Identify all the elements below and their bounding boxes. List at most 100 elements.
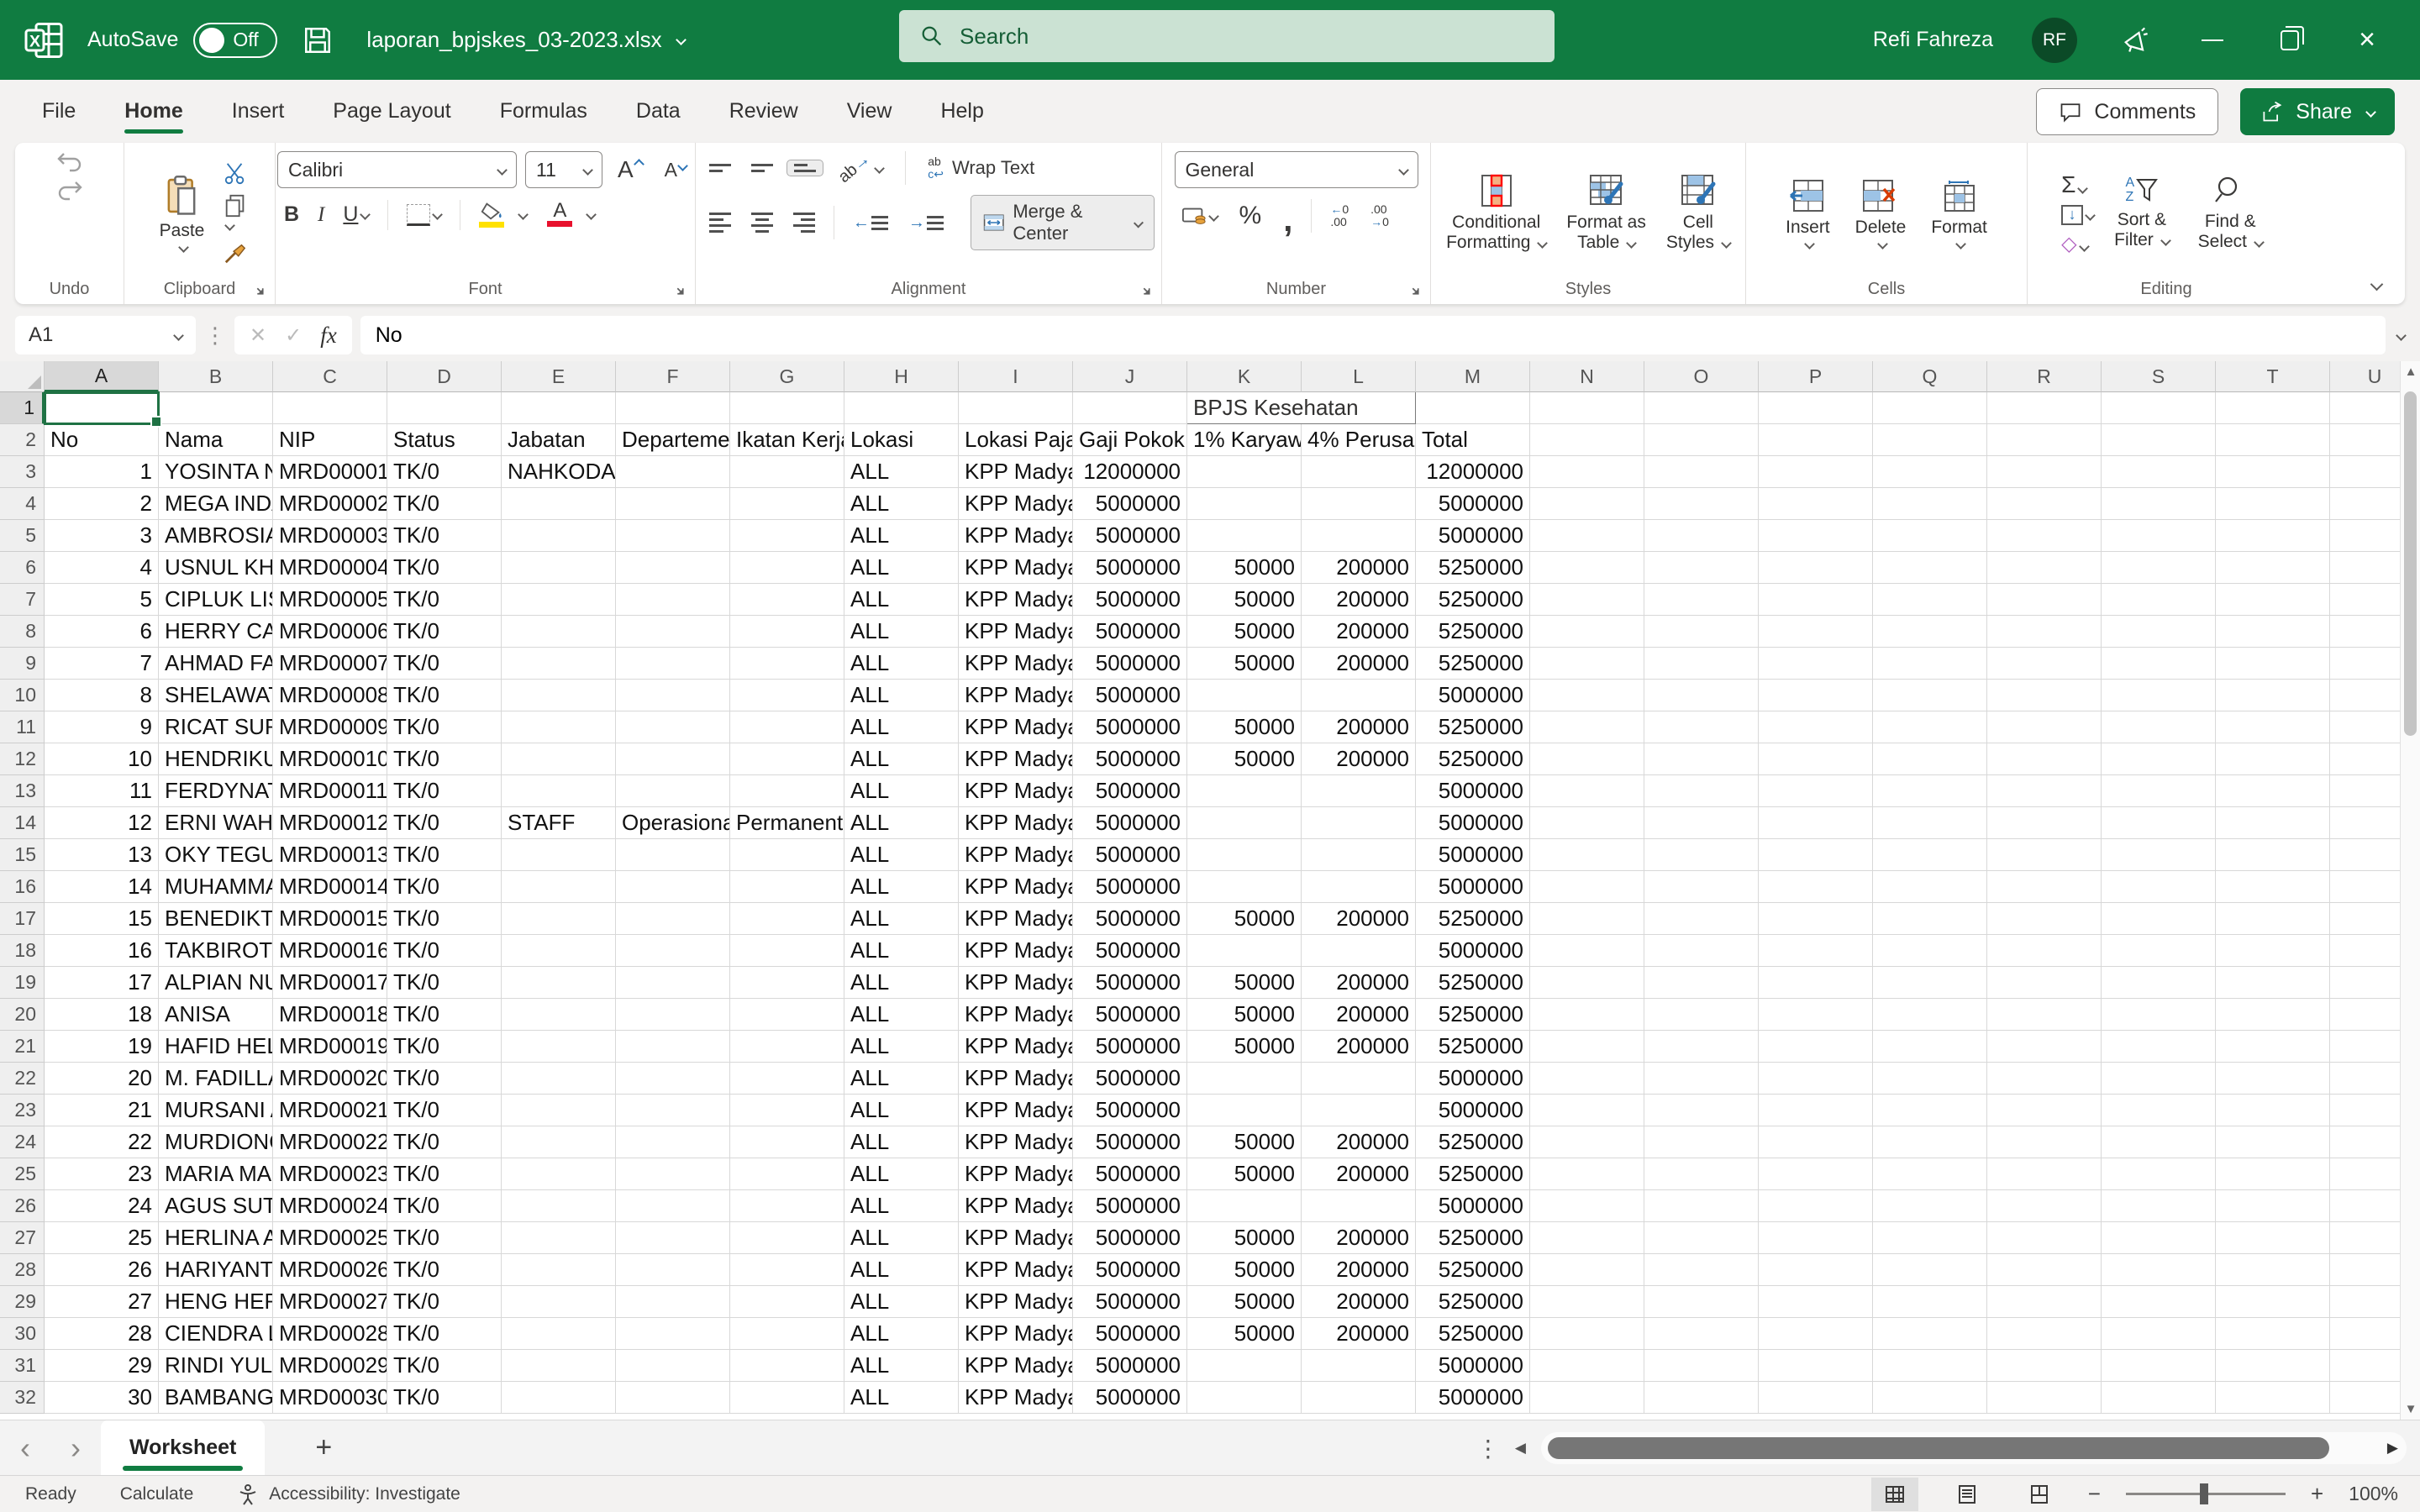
row-header-11[interactable]: 11 [0,711,45,743]
cell-H14[interactable]: ALL [844,807,959,839]
cell-L24[interactable]: 200000 [1302,1126,1416,1158]
cell-A21[interactable]: 19 [45,1031,159,1063]
cell-A31[interactable]: 29 [45,1350,159,1382]
cell-S2[interactable] [2102,424,2216,456]
cell-E29[interactable] [502,1286,616,1318]
cell-L13[interactable] [1302,775,1416,807]
cell-I24[interactable]: KPP Madya [959,1126,1073,1158]
cell-S4[interactable] [2102,488,2216,520]
cell-L26[interactable] [1302,1190,1416,1222]
cell-I27[interactable]: KPP Madya [959,1222,1073,1254]
cell-K10[interactable] [1187,680,1302,711]
cell-I30[interactable]: KPP Madya [959,1318,1073,1350]
cell-B31[interactable]: RINDI YULI [159,1350,273,1382]
cell-I11[interactable]: KPP Madya [959,711,1073,743]
cell-H8[interactable]: ALL [844,616,959,648]
cell-P28[interactable] [1759,1254,1873,1286]
cell-P2[interactable] [1759,424,1873,456]
cell-Q3[interactable] [1873,456,1987,488]
cell-R20[interactable] [1987,999,2102,1031]
cell-I19[interactable]: KPP Madya [959,967,1073,999]
cell-R16[interactable] [1987,871,2102,903]
cell-F7[interactable] [616,584,730,616]
column-header-I[interactable]: I [959,361,1073,392]
cell-T26[interactable] [2216,1190,2330,1222]
cell-O22[interactable] [1644,1063,1759,1095]
row-header-26[interactable]: 26 [0,1190,45,1222]
cell-J15[interactable]: 5000000 [1073,839,1187,871]
cell-C5[interactable]: MRD00003 [273,520,387,552]
cell-K30[interactable]: 50000 [1187,1318,1302,1350]
cell-R29[interactable] [1987,1286,2102,1318]
cell-I31[interactable]: KPP Madya [959,1350,1073,1382]
cell-L27[interactable]: 200000 [1302,1222,1416,1254]
cell-O12[interactable] [1644,743,1759,775]
cell-G16[interactable] [730,871,844,903]
cell-M14[interactable]: 5000000 [1416,807,1530,839]
cell-G20[interactable] [730,999,844,1031]
save-icon[interactable] [301,24,334,57]
cell-G5[interactable] [730,520,844,552]
cell-S15[interactable] [2102,839,2216,871]
cell-O2[interactable] [1644,424,1759,456]
cell-A4[interactable]: 2 [45,488,159,520]
decrease-font-button[interactable]: A [658,155,693,185]
cell-R7[interactable] [1987,584,2102,616]
row-header-12[interactable]: 12 [0,743,45,775]
cell-R3[interactable] [1987,456,2102,488]
cell-O4[interactable] [1644,488,1759,520]
cell-L8[interactable]: 200000 [1302,616,1416,648]
cell-B13[interactable]: FERDYNATA [159,775,273,807]
cell-E22[interactable] [502,1063,616,1095]
cell-E20[interactable] [502,999,616,1031]
cell-C18[interactable]: MRD00016 [273,935,387,967]
cell-D18[interactable]: TK/0 [387,935,502,967]
cell-B9[interactable]: AHMAD FA [159,648,273,680]
cell-P23[interactable] [1759,1095,1873,1126]
cell-H17[interactable]: ALL [844,903,959,935]
cell-H25[interactable]: ALL [844,1158,959,1190]
cell-K22[interactable] [1187,1063,1302,1095]
cell-P26[interactable] [1759,1190,1873,1222]
name-box[interactable]: A1 [15,316,196,354]
cell-K16[interactable] [1187,871,1302,903]
cell-G4[interactable] [730,488,844,520]
cell-E11[interactable] [502,711,616,743]
cell-R32[interactable] [1987,1382,2102,1414]
align-center-button[interactable] [744,209,780,236]
row-header-29[interactable]: 29 [0,1286,45,1318]
excel-app-icon[interactable]: X [24,20,64,60]
sheet-options-kebab-icon[interactable]: ⋮ [1476,1435,1500,1462]
cell-D6[interactable]: TK/0 [387,552,502,584]
cell-R11[interactable] [1987,711,2102,743]
cell-M4[interactable]: 5000000 [1416,488,1530,520]
cell-R18[interactable] [1987,935,2102,967]
cell-C8[interactable]: MRD00006 [273,616,387,648]
cell-F4[interactable] [616,488,730,520]
cell-C28[interactable]: MRD00026 [273,1254,387,1286]
cell-F2[interactable]: Departemen [616,424,730,456]
cell-E3[interactable]: NAHKODA [502,456,616,488]
cell-T24[interactable] [2216,1126,2330,1158]
cell-J23[interactable]: 5000000 [1073,1095,1187,1126]
cell-B30[interactable]: CIENDRA LO [159,1318,273,1350]
cell-M24[interactable]: 5250000 [1416,1126,1530,1158]
cell-T27[interactable] [2216,1222,2330,1254]
cell-N32[interactable] [1530,1382,1644,1414]
accessibility-status[interactable]: Accessibility: Investigate [237,1483,460,1505]
cell-H24[interactable]: ALL [844,1126,959,1158]
cell-J2[interactable]: Gaji Pokok [1073,424,1187,456]
cell-O7[interactable] [1644,584,1759,616]
cell-I10[interactable]: KPP Madya [959,680,1073,711]
cell-C9[interactable]: MRD00007 [273,648,387,680]
cell-M20[interactable]: 5250000 [1416,999,1530,1031]
cell-K31[interactable] [1187,1350,1302,1382]
cell-K25[interactable]: 50000 [1187,1158,1302,1190]
cell-B22[interactable]: M. FADILLA [159,1063,273,1095]
cell-O3[interactable] [1644,456,1759,488]
cell-A5[interactable]: 3 [45,520,159,552]
cell-Q23[interactable] [1873,1095,1987,1126]
cell-R15[interactable] [1987,839,2102,871]
cell-O14[interactable] [1644,807,1759,839]
cell-C3[interactable]: MRD00001 [273,456,387,488]
